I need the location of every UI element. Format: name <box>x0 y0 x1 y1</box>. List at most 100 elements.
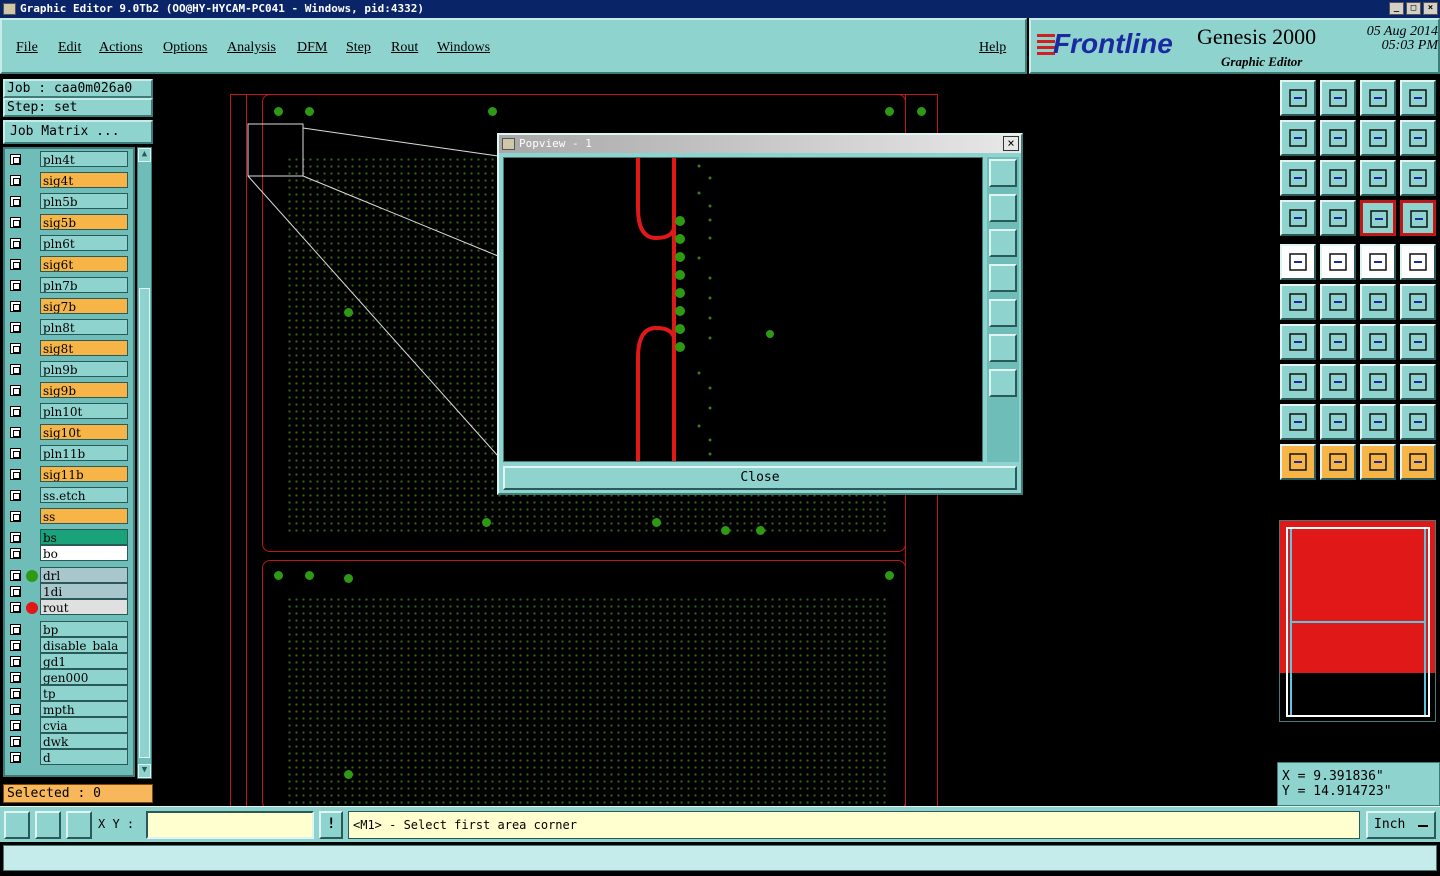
menu-edit[interactable]: Edit <box>58 40 81 56</box>
layer-row[interactable]: sig6t <box>7 256 133 273</box>
line-icon[interactable] <box>1320 324 1356 360</box>
layer-checkbox[interactable] <box>10 238 21 249</box>
layer-scrollbar[interactable]: ▲ ▼ <box>137 147 152 779</box>
layer-row[interactable]: sig11b <box>7 466 133 483</box>
popview-close-button[interactable]: Close <box>503 466 1017 490</box>
popview-center-icon[interactable] <box>989 369 1017 397</box>
snap-mode-icon[interactable] <box>4 811 30 839</box>
ruler-icon[interactable] <box>1360 244 1396 280</box>
maximize-button[interactable]: □ <box>1406 2 1421 15</box>
layer-name[interactable]: disable_bala <box>40 637 128 653</box>
layer-row[interactable]: sig9b <box>7 382 133 399</box>
menu-rout[interactable]: Rout <box>391 40 418 56</box>
layer-checkbox[interactable] <box>10 704 21 715</box>
menu-file[interactable]: File <box>16 40 38 56</box>
move-icon[interactable] <box>1360 284 1396 320</box>
info-icon[interactable]: ! <box>319 811 343 839</box>
triangle-icon[interactable] <box>1280 404 1316 440</box>
zoom-fit-icon[interactable] <box>1280 160 1316 196</box>
minus-icon[interactable] <box>1320 364 1356 400</box>
layer-row[interactable]: sig7b <box>7 298 133 315</box>
peak-icon[interactable] <box>1320 404 1356 440</box>
layer-name[interactable]: 1di <box>40 583 128 599</box>
help-query-icon[interactable] <box>1400 160 1436 196</box>
layer-row[interactable]: mpth <box>7 701 133 718</box>
popview-fit-icon[interactable] <box>989 334 1017 362</box>
mirror-icon[interactable] <box>1400 324 1436 360</box>
view-house-icon[interactable] <box>1360 80 1396 116</box>
popview-pan-down-icon[interactable] <box>989 229 1017 257</box>
xy-input[interactable] <box>146 811 314 839</box>
pointer-highlight-icon[interactable] <box>1360 444 1396 480</box>
layer-row[interactable]: bp <box>7 621 133 638</box>
layer-name[interactable]: pln9b <box>40 361 128 377</box>
layer-row[interactable]: sig10t <box>7 424 133 441</box>
measure-mode-icon[interactable] <box>35 811 61 839</box>
peak-alt-icon[interactable] <box>1360 404 1396 440</box>
layer-name[interactable]: d <box>40 749 128 765</box>
menu-actions[interactable]: Actions <box>99 40 143 56</box>
layer-name[interactable]: tp <box>40 685 128 701</box>
layer-name[interactable]: cvia <box>40 717 128 733</box>
view-home-icon[interactable] <box>1280 80 1316 116</box>
layer-name[interactable]: gen000 <box>40 669 128 685</box>
layer-name[interactable]: pln11b <box>40 445 128 461</box>
layer-name[interactable]: sig6t <box>40 256 128 272</box>
layer-row[interactable]: pln11b <box>7 445 133 462</box>
layer-checkbox[interactable] <box>10 752 21 763</box>
layer-checkbox[interactable] <box>10 511 21 522</box>
layer-row[interactable]: pln8t <box>7 319 133 336</box>
layer-row[interactable]: bo <box>7 545 133 562</box>
layer-row[interactable]: tp <box>7 685 133 702</box>
layer-row[interactable]: bs <box>7 529 133 546</box>
popview-zoom-in-icon[interactable] <box>989 159 1017 187</box>
layer-checkbox[interactable] <box>10 656 21 667</box>
layer-row[interactable]: disable_bala <box>7 637 133 654</box>
layer-checkbox[interactable] <box>10 217 21 228</box>
layer-checkbox[interactable] <box>10 490 21 501</box>
popview-close-icon[interactable]: × <box>1003 136 1019 151</box>
layer-row[interactable]: 1di <box>7 583 133 600</box>
layer-name[interactable]: pln8t <box>40 319 128 335</box>
layer-name[interactable]: pln5b <box>40 193 128 209</box>
layer-row[interactable]: ss.etch <box>7 487 133 504</box>
layer-checkbox[interactable] <box>10 385 21 396</box>
select-feature-icon[interactable] <box>1280 244 1316 280</box>
transform-icon[interactable] <box>1280 364 1316 400</box>
zoom-1to2-icon[interactable] <box>1360 160 1396 196</box>
layer-checkbox[interactable] <box>10 532 21 543</box>
menu-options[interactable]: Options <box>163 40 207 56</box>
layer-row[interactable]: rout <box>7 599 133 616</box>
menu-help[interactable]: Help <box>979 40 1006 56</box>
layer-checkbox[interactable] <box>10 364 21 375</box>
grid-icon[interactable] <box>1320 200 1356 236</box>
layer-row[interactable]: cvia <box>7 717 133 734</box>
popview-titlebar[interactable]: Popview - 1 × <box>499 135 1021 153</box>
popview-pan-up-icon[interactable] <box>989 194 1017 222</box>
layer-checkbox[interactable] <box>10 301 21 312</box>
layer-row[interactable]: pln6t <box>7 235 133 252</box>
shape-icon[interactable] <box>1400 364 1436 400</box>
layer-name[interactable]: pln10t <box>40 403 128 419</box>
connect-icon[interactable] <box>1280 284 1316 320</box>
layer-row[interactable]: gd1 <box>7 653 133 670</box>
popview-pan-left-icon[interactable] <box>989 264 1017 292</box>
layer-row[interactable]: drl <box>7 567 133 584</box>
cross-icon[interactable] <box>1320 284 1356 320</box>
layer-checkbox[interactable] <box>10 448 21 459</box>
layer-name[interactable]: pln4t <box>40 151 128 167</box>
grid-mode-icon[interactable] <box>66 811 92 839</box>
layer-name[interactable]: bp <box>40 621 128 637</box>
pan-left-icon[interactable] <box>1280 120 1316 156</box>
layer-checkbox[interactable] <box>10 259 21 270</box>
layer-name[interactable]: mpth <box>40 701 128 717</box>
layer-checkbox[interactable] <box>10 469 21 480</box>
layer-checkbox[interactable] <box>10 602 21 613</box>
pointer-box-icon[interactable] <box>1320 444 1356 480</box>
layer-name[interactable]: sig5b <box>40 214 128 230</box>
layer-name[interactable]: gd1 <box>40 653 128 669</box>
layer-row[interactable]: sig5b <box>7 214 133 231</box>
layer-name[interactable]: sig7b <box>40 298 128 314</box>
angle-icon[interactable] <box>1280 324 1316 360</box>
layer-name[interactable]: ss.etch <box>40 487 128 503</box>
